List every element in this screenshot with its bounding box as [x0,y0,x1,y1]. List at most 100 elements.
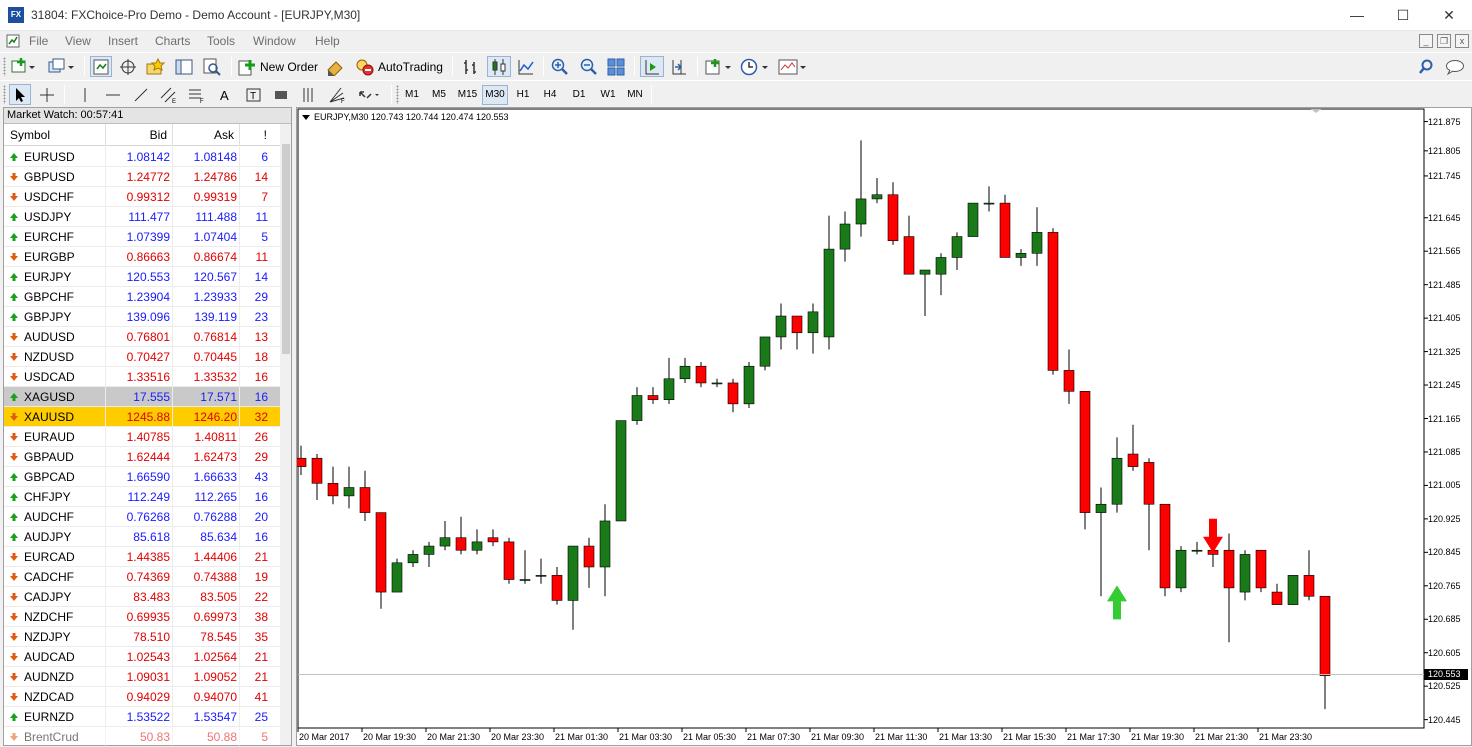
indicators-button[interactable] [705,56,733,77]
periods-button[interactable] [740,56,770,77]
column-spread[interactable]: ! [240,124,270,146]
crosshair-button[interactable] [39,84,55,105]
candlestick-chart-button[interactable] [487,56,511,77]
timeframe-m5[interactable]: M5 [428,85,450,105]
menu-tools[interactable]: Tools [207,34,235,48]
menu-file[interactable]: File [29,34,48,48]
market-watch-row[interactable]: EURAUD 1.40785 1.40811 26 [4,427,280,447]
close-button[interactable]: ✕ [1426,0,1472,31]
timeframe-h4[interactable]: H4 [540,85,560,105]
column-symbol[interactable]: Symbol [4,124,106,146]
meta-editor-button[interactable] [326,56,346,77]
market-watch-row[interactable]: EURGBP 0.86663 0.86674 11 [4,247,280,267]
chart-window[interactable]: EURJPY,M30 120.743 120.744 120.474 120.5… [296,107,1472,746]
equidistant-channel-button[interactable]: E [160,84,178,105]
market-watch-row[interactable]: GBPCAD 1.66590 1.66633 43 [4,467,280,487]
market-watch-row[interactable]: GBPUSD 1.24772 1.24786 14 [4,167,280,187]
toolbar-grip[interactable] [3,57,6,76]
timeframe-m1[interactable]: M1 [402,85,422,105]
favorites-button[interactable] [146,56,166,77]
toolbar-grip[interactable] [3,85,6,104]
market-watch-row[interactable]: BrentCrud 50.83 50.88 5 [4,727,280,747]
zoom-out-button[interactable] [580,56,598,77]
horizontal-line-button[interactable] [105,84,121,105]
toolbar-grip[interactable] [396,85,399,104]
text-label-button[interactable]: T [246,84,262,105]
column-bid[interactable]: Bid [106,124,173,146]
market-watch-row[interactable]: NZDUSD 0.70427 0.70445 18 [4,347,280,367]
search-button[interactable] [1418,56,1434,77]
profiles-button[interactable] [48,56,76,77]
market-watch-row[interactable]: CADCHF 0.74369 0.74388 19 [4,567,280,587]
navigator-button[interactable] [119,56,137,77]
autotrading-button[interactable]: AutoTrading [354,56,443,77]
text-button[interactable]: A [218,84,232,105]
mdi-restore-button[interactable]: ❐ [1437,34,1451,48]
new-order-button[interactable]: New Order [238,56,318,77]
fibonacci-button[interactable]: F [188,84,206,105]
timeframe-d1[interactable]: D1 [569,85,589,105]
market-watch-row[interactable]: USDCAD 1.33516 1.33532 16 [4,367,280,387]
market-watch-row[interactable]: XAUUSD 1245.88 1246.20 32 [4,407,280,427]
strategy-tester-button[interactable] [203,56,221,77]
market-watch-row[interactable]: EURNZD 1.53522 1.53547 25 [4,707,280,727]
timeframe-mn[interactable]: MN [624,85,646,105]
market-watch-row[interactable]: NZDCHF 0.69935 0.69973 38 [4,607,280,627]
market-watch-row[interactable]: GBPJPY 139.096 139.119 23 [4,307,280,327]
terminal-button[interactable] [175,56,193,77]
menu-charts[interactable]: Charts [155,34,190,48]
scrollbar-thumb[interactable] [282,144,290,354]
cursor-button[interactable] [9,84,31,105]
market-watch-row[interactable]: EURCAD 1.44385 1.44406 21 [4,547,280,567]
autoscroll-button[interactable] [640,56,664,77]
price-chart[interactable] [297,108,1471,745]
market-watch-row[interactable]: NZDCAD 0.94029 0.94070 41 [4,687,280,707]
tile-windows-button[interactable] [607,56,625,77]
market-watch-toggle[interactable] [90,56,112,77]
chat-button[interactable] [1445,56,1465,77]
market-watch-row[interactable]: GBPAUD 1.62444 1.62473 29 [4,447,280,467]
menu-view[interactable]: View [65,34,91,48]
arrows-button[interactable] [358,84,382,105]
rectangle-button[interactable] [273,84,289,105]
market-watch-row[interactable]: AUDJPY 85.618 85.634 16 [4,527,280,547]
market-watch-row[interactable]: CADJPY 83.483 83.505 22 [4,587,280,607]
maximize-button[interactable]: ☐ [1380,0,1426,31]
timeframe-m30[interactable]: M30 [482,85,508,105]
market-watch-row[interactable]: NZDJPY 78.510 78.545 35 [4,627,280,647]
gann-button[interactable] [301,84,317,105]
chart-window-icon[interactable] [6,34,20,48]
menu-help[interactable]: Help [315,34,340,48]
new-chart-button[interactable] [11,56,37,77]
fibo-fan-button[interactable]: F [329,84,347,105]
column-ask[interactable]: Ask [173,124,240,146]
market-watch-row[interactable]: USDCHF 0.99312 0.99319 7 [4,187,280,207]
bar-chart-button[interactable] [461,56,479,77]
timeframe-w1[interactable]: W1 [597,85,619,105]
market-watch-row[interactable]: EURCHF 1.07399 1.07404 5 [4,227,280,247]
mdi-close-button[interactable]: x [1455,34,1469,48]
market-watch-row[interactable]: AUDUSD 0.76801 0.76814 13 [4,327,280,347]
chart-menu-triangle-icon[interactable] [302,115,310,120]
chart-shift-button[interactable] [670,56,688,77]
market-watch-scrollbar[interactable] [280,124,291,745]
menu-window[interactable]: Window [253,34,296,48]
mdi-minimize-button[interactable]: _ [1419,34,1433,48]
minimize-button[interactable]: — [1334,0,1380,31]
market-watch-row[interactable]: EURUSD 1.08142 1.08148 6 [4,147,280,167]
market-watch-row[interactable]: EURJPY 120.553 120.567 14 [4,267,280,287]
zoom-in-button[interactable] [551,56,569,77]
timeframe-m15[interactable]: M15 [455,85,480,105]
menu-insert[interactable]: Insert [108,34,138,48]
market-watch-row[interactable]: CHFJPY 112.249 112.265 16 [4,487,280,507]
line-chart-button[interactable] [517,56,535,77]
market-watch-row[interactable]: AUDNZD 1.09031 1.09052 21 [4,667,280,687]
vertical-line-button[interactable] [80,84,90,105]
market-watch-row[interactable]: AUDCHF 0.76268 0.76288 20 [4,507,280,527]
market-watch-row[interactable]: AUDCAD 1.02543 1.02564 21 [4,647,280,667]
timeframe-h1[interactable]: H1 [513,85,533,105]
market-watch-row[interactable]: USDJPY 111.477 111.488 11 [4,207,280,227]
trendline-button[interactable] [133,84,149,105]
market-watch-row[interactable]: GBPCHF 1.23904 1.23933 29 [4,287,280,307]
market-watch-row[interactable]: XAGUSD 17.555 17.571 16 [4,387,280,407]
